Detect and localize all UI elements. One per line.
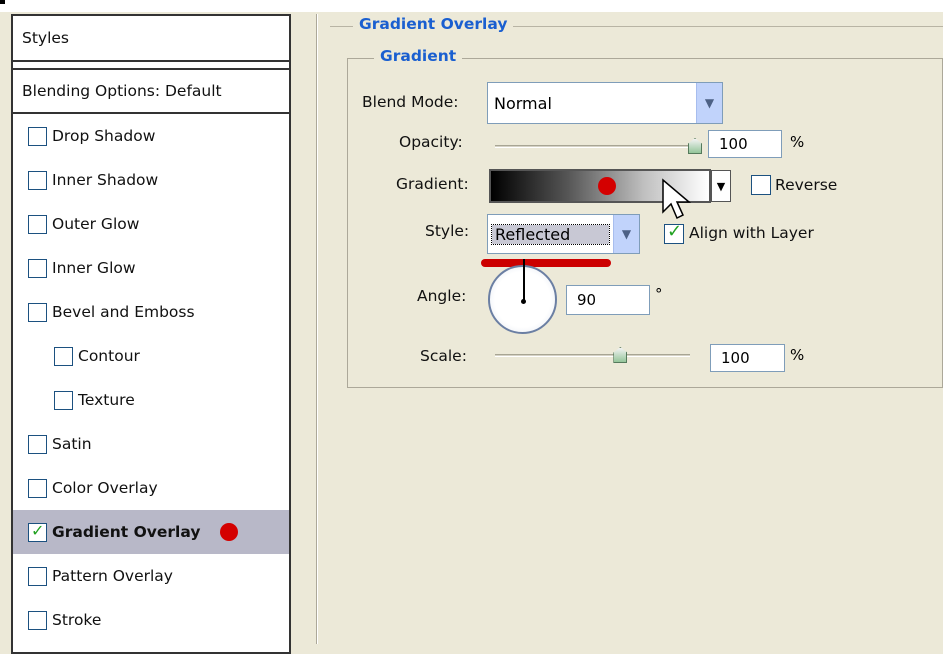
style-item-color-overlay[interactable]: Color Overlay xyxy=(13,466,289,510)
opacity-input[interactable]: 100 xyxy=(708,130,782,158)
style-select[interactable]: Reflected ▼ xyxy=(487,214,640,254)
style-item-label: Bevel and Emboss xyxy=(52,303,195,321)
gradient-label: Gradient: xyxy=(396,175,469,193)
style-label: Style: xyxy=(425,222,470,240)
scale-label: Scale: xyxy=(420,347,467,365)
style-item-contour[interactable]: Contour xyxy=(13,334,289,378)
style-item-outer-glow[interactable]: Outer Glow xyxy=(13,202,289,246)
opacity-label: Opacity: xyxy=(399,133,463,151)
style-item-pattern-overlay[interactable]: Pattern Overlay xyxy=(13,554,289,598)
style-item-label: Stroke xyxy=(52,611,102,629)
chevron-down-icon[interactable]: ▼ xyxy=(613,215,639,253)
satin-checkbox[interactable] xyxy=(28,434,47,454)
align-with-layer-label: Align with Layer xyxy=(689,224,814,242)
style-item-texture[interactable]: Texture xyxy=(13,378,289,422)
style-item-label: Outer Glow xyxy=(52,215,140,233)
styles-header-label: Styles xyxy=(22,29,70,47)
angle-label: Angle: xyxy=(417,287,467,305)
top-strip xyxy=(0,0,943,12)
style-item-drop-shadow[interactable]: Drop Shadow xyxy=(13,114,289,158)
scale-input[interactable]: 100 xyxy=(710,344,785,372)
styles-list-panel: Styles Blending Options: Default Drop Sh… xyxy=(11,14,291,654)
angle-input[interactable]: 90 xyxy=(566,285,650,315)
drop-shadow-checkbox[interactable] xyxy=(28,126,47,146)
style-item-gradient-overlay[interactable]: ✓ Gradient Overlay xyxy=(13,510,289,554)
chevron-down-icon[interactable]: ▼ xyxy=(696,83,722,123)
style-item-label: Contour xyxy=(78,347,140,365)
align-with-layer-checkbox[interactable]: ✓ xyxy=(664,221,684,244)
reverse-checkbox[interactable] xyxy=(751,175,771,195)
reverse-label: Reverse xyxy=(775,176,838,194)
style-item-label: Satin xyxy=(52,435,92,453)
opacity-slider-track[interactable] xyxy=(495,145,695,148)
style-item-label: Gradient Overlay xyxy=(52,523,201,541)
outer-glow-checkbox[interactable] xyxy=(28,214,47,234)
styles-header[interactable]: Styles xyxy=(13,16,289,62)
pattern-overlay-checkbox[interactable] xyxy=(28,566,47,586)
checkmark-icon: ✓ xyxy=(31,520,45,540)
scale-unit: % xyxy=(790,346,805,364)
inner-glow-checkbox[interactable] xyxy=(28,258,47,278)
gradient-overlay-checkbox[interactable]: ✓ xyxy=(28,520,47,542)
inner-shadow-checkbox[interactable] xyxy=(28,170,47,190)
blending-options-item[interactable]: Blending Options: Default xyxy=(13,68,289,114)
blending-options-label: Blending Options: Default xyxy=(22,82,222,100)
style-item-stroke[interactable]: Stroke xyxy=(13,598,289,642)
opacity-unit: % xyxy=(790,133,805,151)
texture-checkbox[interactable] xyxy=(54,390,73,410)
red-marker-dot xyxy=(220,523,239,541)
style-item-satin[interactable]: Satin xyxy=(13,422,289,466)
red-underline-mark xyxy=(481,259,611,267)
bevel-emboss-checkbox[interactable] xyxy=(28,302,47,322)
style-item-bevel-emboss[interactable]: Bevel and Emboss xyxy=(13,290,289,334)
contour-checkbox[interactable] xyxy=(54,346,73,366)
style-item-inner-glow[interactable]: Inner Glow xyxy=(13,246,289,290)
style-value: Reflected xyxy=(491,223,610,245)
blend-mode-value: Normal xyxy=(494,93,552,113)
stroke-checkbox[interactable] xyxy=(28,610,47,630)
blend-mode-label: Blend Mode: xyxy=(362,93,459,111)
checkmark-icon: ✓ xyxy=(667,221,683,242)
style-item-label: Drop Shadow xyxy=(52,127,156,145)
gradient-dropdown-arrow-icon[interactable]: ▼ xyxy=(711,170,731,202)
style-item-label: Pattern Overlay xyxy=(52,567,173,585)
color-overlay-checkbox[interactable] xyxy=(28,478,47,498)
style-item-inner-shadow[interactable]: Inner Shadow xyxy=(13,158,289,202)
angle-dial-center xyxy=(521,299,526,304)
angle-unit: ° xyxy=(655,285,663,303)
style-item-label: Inner Shadow xyxy=(52,171,159,189)
blend-mode-select[interactable]: Normal ▼ xyxy=(487,82,723,124)
angle-dial[interactable] xyxy=(488,259,557,334)
mouse-cursor-icon xyxy=(662,178,692,220)
pane-divider xyxy=(316,14,318,644)
style-item-label: Inner Glow xyxy=(52,259,136,277)
scale-slider-track[interactable] xyxy=(495,354,690,357)
style-item-label: Color Overlay xyxy=(52,479,158,497)
gradient-group-title: Gradient xyxy=(374,47,463,65)
gradient-overlay-title: Gradient Overlay xyxy=(353,15,514,33)
style-item-label: Texture xyxy=(78,391,135,409)
red-marker-dot xyxy=(598,177,616,195)
angle-dial-hand xyxy=(523,259,525,302)
corner-mark xyxy=(0,0,5,4)
